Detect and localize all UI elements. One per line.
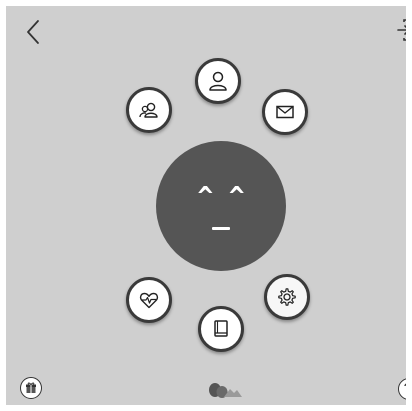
face-eyes: ^ ^ xyxy=(197,182,245,212)
logout-icon xyxy=(397,19,406,41)
gear-icon xyxy=(278,288,296,306)
logout-button[interactable] xyxy=(396,16,406,44)
mood-face[interactable]: ^ ^ xyxy=(156,141,286,271)
mascot-logo xyxy=(204,377,244,401)
chevron-left-icon xyxy=(27,20,39,44)
gift-icon xyxy=(26,382,36,393)
users-icon xyxy=(139,102,158,118)
user-icon xyxy=(209,71,227,91)
friends-button[interactable] xyxy=(126,87,172,133)
help-button[interactable] xyxy=(398,378,406,400)
mail-icon xyxy=(276,105,294,119)
mail-button[interactable] xyxy=(262,89,308,135)
journal-button[interactable] xyxy=(198,306,244,352)
book-icon xyxy=(214,320,228,337)
gift-button[interactable] xyxy=(20,377,42,399)
back-button[interactable] xyxy=(22,18,46,46)
heart-pulse-icon xyxy=(139,292,159,309)
app-screen: ^ ^ xyxy=(6,6,406,405)
help-icon xyxy=(404,383,406,387)
settings-button[interactable] xyxy=(264,274,310,320)
health-button[interactable] xyxy=(126,277,172,323)
face-mouth xyxy=(212,227,230,230)
profile-button[interactable] xyxy=(195,58,241,104)
